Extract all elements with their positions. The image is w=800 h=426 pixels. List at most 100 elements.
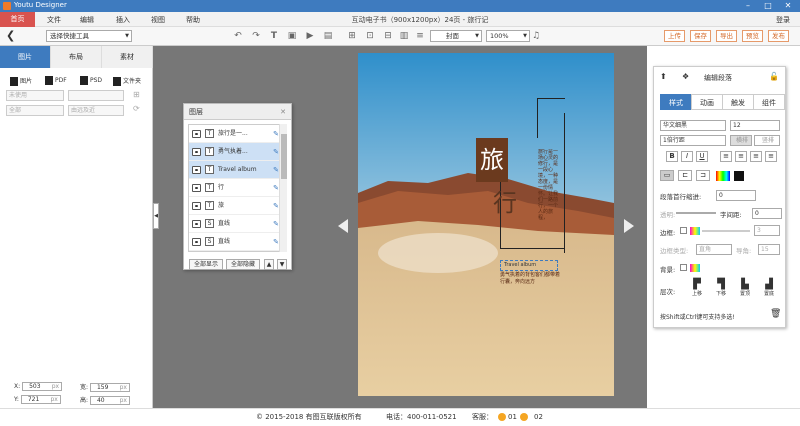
save-button[interactable]: 保存 <box>690 30 711 42</box>
image-tool-icon[interactable]: ▣ <box>286 30 298 42</box>
back-icon[interactable]: ❮ <box>6 29 15 42</box>
filetype-pdf[interactable]: PDF <box>45 76 67 85</box>
trash-icon[interactable]: 🗑 <box>770 309 781 319</box>
maximize-icon[interactable]: □ <box>760 1 776 10</box>
text-tool-icon[interactable]: T <box>268 30 280 42</box>
text-wrap-icon[interactable]: ⊏ <box>678 170 692 181</box>
send-to-back-button[interactable]: ▟ 置底 <box>758 279 780 297</box>
page-select[interactable]: 封面 ▼ <box>430 30 482 42</box>
visibility-icon[interactable] <box>192 220 201 228</box>
service-2[interactable]: 02 <box>534 409 543 425</box>
align-center-icon[interactable]: ≡ <box>735 151 747 162</box>
background-checkbox[interactable] <box>680 264 687 271</box>
y-input[interactable]: 721 px <box>20 395 61 404</box>
upload-button[interactable]: 上传 <box>664 30 685 42</box>
move-down-layer-button[interactable]: ▜ 下移 <box>710 279 732 297</box>
tab-images[interactable]: 图片 <box>0 46 51 68</box>
height-input[interactable]: 40 px <box>89 396 130 405</box>
visibility-icon[interactable] <box>192 148 201 156</box>
layers-icon[interactable]: ❖ <box>682 72 689 81</box>
border-type-select[interactable]: 直角 <box>696 244 732 255</box>
tab-animation[interactable]: 动画 <box>691 94 723 110</box>
border-width-input[interactable]: 3 <box>754 225 780 236</box>
home-menu[interactable]: 首页 <box>0 12 35 27</box>
filetype-image[interactable]: 图片 <box>10 76 32 86</box>
menu-help[interactable]: 帮助 <box>186 15 200 25</box>
layers-scrollbar[interactable] <box>279 124 287 252</box>
visibility-icon[interactable] <box>192 238 201 246</box>
qq-icon[interactable] <box>520 413 528 421</box>
layer-row[interactable]: S 直线 ✎ <box>189 215 285 233</box>
tab-layout[interactable]: 布局 <box>51 46 102 68</box>
underline-button[interactable]: U <box>696 151 708 162</box>
layer-row[interactable]: T Travel album ✎ <box>189 161 285 179</box>
lock-icon[interactable]: 🔓 <box>769 72 779 81</box>
zoom-select[interactable]: 100% ▼ <box>486 30 530 42</box>
close-icon[interactable]: ✕ <box>780 1 796 10</box>
sort-filter[interactable]: 由远及近 <box>68 105 124 116</box>
layer-row[interactable]: T 勇气执着... ✎ <box>189 143 285 161</box>
border-color-icon[interactable] <box>690 227 700 235</box>
grid-icon[interactable]: ⊡ <box>364 30 376 42</box>
close-icon[interactable]: ✕ <box>280 104 286 120</box>
menu-file[interactable]: 文件 <box>47 15 61 25</box>
line-spacing-select[interactable]: 1倍行距 <box>660 135 726 146</box>
layout-icon[interactable]: ⊟ <box>382 30 394 42</box>
quick-tools-select[interactable]: 选择快捷工具 ▼ <box>46 30 132 42</box>
usage-filter[interactable]: 未使用 <box>6 90 64 101</box>
align-icon[interactable]: ⊞ <box>346 30 358 42</box>
visibility-icon[interactable] <box>192 202 201 210</box>
redo-icon[interactable]: ↷ <box>250 30 262 42</box>
collapse-panel-handle[interactable]: ◀ <box>153 203 159 229</box>
filetype-folder[interactable]: 文件夹 <box>113 76 141 86</box>
hide-all-button[interactable]: 全部隐藏 <box>226 259 260 270</box>
move-up-button[interactable]: ▲ <box>264 259 274 270</box>
align-left-icon[interactable]: ≡ <box>720 151 732 162</box>
border-slider[interactable] <box>702 230 750 232</box>
text-box-icon[interactable]: ▭ <box>660 170 674 181</box>
horizontal-text-button[interactable]: 横排 <box>730 135 752 146</box>
font-size-select[interactable]: 12 <box>730 120 780 131</box>
undo-icon[interactable]: ↶ <box>232 30 244 42</box>
page-vertical-text[interactable]: 旅行是一场心灵的修行，是一段心境，一种态度，是一份情怀。让我们一路前行，一个人的… <box>538 149 562 234</box>
gallery-tool-icon[interactable]: ▤ <box>322 30 334 42</box>
refresh-icon[interactable]: ⟳ <box>133 104 140 113</box>
next-page-arrow[interactable] <box>624 219 634 233</box>
layer-row[interactable]: S 直线 ✎ <box>189 233 285 251</box>
tab-trigger[interactable]: 触发 <box>722 94 754 110</box>
export-button[interactable]: 导出 <box>716 30 737 42</box>
page-char-lu[interactable]: 旅 <box>476 138 508 182</box>
menu-view[interactable]: 视图 <box>151 15 165 25</box>
opacity-slider[interactable] <box>676 212 716 214</box>
menu-insert[interactable]: 插入 <box>116 15 130 25</box>
scrollbar-thumb[interactable] <box>281 134 287 179</box>
layer-row[interactable]: T 旅 ✎ <box>189 197 285 215</box>
prev-page-arrow[interactable] <box>338 219 348 233</box>
layer-row[interactable]: T 行 ✎ <box>189 179 285 197</box>
char-spacing-select[interactable]: 0 <box>752 208 782 219</box>
pages-icon[interactable]: ▥ <box>398 30 410 42</box>
italic-button[interactable]: I <box>681 151 693 162</box>
minimize-icon[interactable]: – <box>740 1 756 10</box>
grid-view-icon[interactable]: ⊞ <box>133 90 140 99</box>
visibility-icon[interactable] <box>192 184 201 192</box>
text-shadow-icon[interactable] <box>734 171 744 181</box>
tab-style[interactable]: 样式 <box>660 94 692 110</box>
move-down-button[interactable]: ▼ <box>277 259 287 270</box>
corner-input[interactable]: 15 <box>758 244 780 255</box>
border-checkbox[interactable] <box>680 227 687 234</box>
bring-to-front-button[interactable]: ▙ 置顶 <box>734 279 756 297</box>
width-input[interactable]: 159 px <box>89 383 130 392</box>
type-filter[interactable]: 全部 <box>6 105 64 116</box>
tab-materials[interactable]: 素材 <box>102 46 153 68</box>
category-filter[interactable] <box>68 90 124 101</box>
indent-input[interactable]: 0 <box>716 190 756 201</box>
background-color-icon[interactable] <box>690 264 700 272</box>
video-tool-icon[interactable]: ▶ <box>304 30 316 42</box>
align-right-icon[interactable]: ≡ <box>750 151 762 162</box>
publish-button[interactable]: 发布 <box>768 30 789 42</box>
text-fit-icon[interactable]: ⊐ <box>696 170 710 181</box>
vertical-text-button[interactable]: 竖排 <box>754 135 780 146</box>
text-color-icon[interactable] <box>716 171 730 181</box>
page-char-xing[interactable]: 行 <box>493 183 517 218</box>
